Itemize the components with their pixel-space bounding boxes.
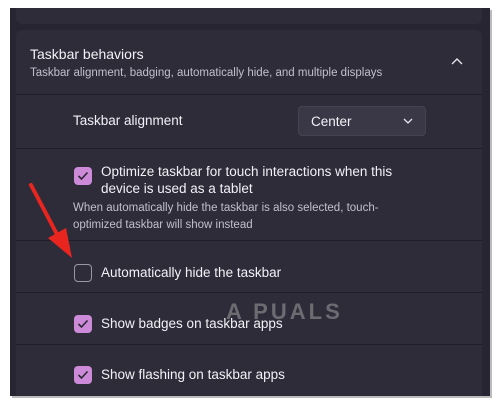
taskbar-alignment-label: Taskbar alignment xyxy=(73,113,183,128)
touch-optimize-checkbox[interactable] xyxy=(74,167,92,185)
auto-hide-checkbox[interactable] xyxy=(74,264,92,282)
divider xyxy=(16,94,482,95)
divider xyxy=(16,240,482,241)
touch-optimize-label-line2: device is used as a tablet xyxy=(101,181,253,196)
touch-optimize-label-line1: Optimize taskbar for touch interactions … xyxy=(101,164,393,179)
taskbar-behaviors-header[interactable]: Taskbar behaviors Taskbar alignment, bad… xyxy=(16,30,482,94)
show-flashing-label: Show flashing on taskbar apps xyxy=(101,367,285,382)
appuals-watermark: A PUALS xyxy=(226,299,343,324)
checkmark-icon xyxy=(77,319,89,329)
show-badges-checkbox[interactable] xyxy=(74,315,92,333)
taskbar-alignment-dropdown[interactable]: Center xyxy=(298,106,426,136)
settings-window: Taskbar behaviors Taskbar alignment, bad… xyxy=(10,8,490,396)
dropdown-selected-value: Center xyxy=(311,114,352,129)
chevron-down-icon xyxy=(403,118,413,124)
divider xyxy=(16,148,482,149)
chevron-up-icon[interactable] xyxy=(450,54,464,68)
section-subtitle: Taskbar alignment, badging, automaticall… xyxy=(30,67,383,79)
taskbar-behaviors-section: Taskbar behaviors Taskbar alignment, bad… xyxy=(16,30,482,396)
show-flashing-checkbox[interactable] xyxy=(74,366,92,384)
checkmark-icon xyxy=(77,370,89,380)
divider xyxy=(16,292,482,293)
section-title: Taskbar behaviors xyxy=(30,46,144,62)
touch-optimize-description-line2: optimized taskbar will show instead xyxy=(73,219,253,231)
auto-hide-label: Automatically hide the taskbar xyxy=(101,265,282,280)
previous-card xyxy=(16,8,482,24)
touch-optimize-description-line1: When automatically hide the taskbar is a… xyxy=(73,202,379,214)
divider xyxy=(16,344,482,345)
checkmark-icon xyxy=(77,171,89,181)
